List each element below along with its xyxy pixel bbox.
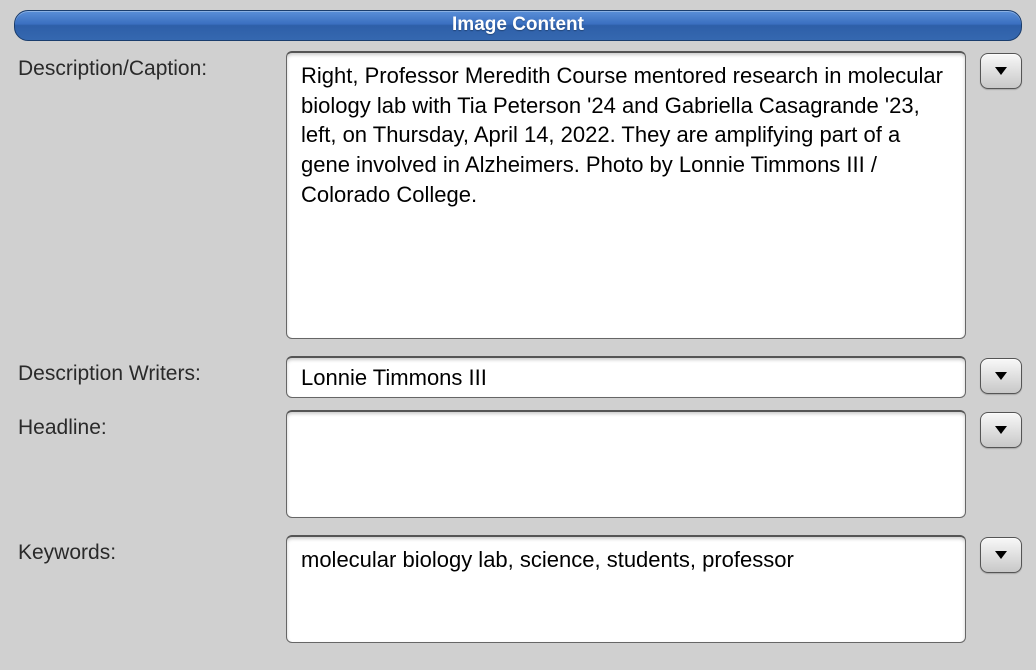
writers-row: Description Writers: <box>14 356 1022 398</box>
chevron-down-icon <box>994 66 1008 76</box>
keywords-input[interactable] <box>286 535 966 643</box>
keywords-row: Keywords: <box>14 535 1022 648</box>
writers-dropdown-button[interactable] <box>980 358 1022 394</box>
description-row: Description/Caption: <box>14 51 1022 344</box>
description-dropdown-button[interactable] <box>980 53 1022 89</box>
keywords-dropdown-button[interactable] <box>980 537 1022 573</box>
chevron-down-icon <box>994 371 1008 381</box>
headline-dropdown-button[interactable] <box>980 412 1022 448</box>
headline-input[interactable] <box>286 410 966 518</box>
writers-label: Description Writers: <box>14 356 286 386</box>
headline-row: Headline: <box>14 410 1022 523</box>
image-content-panel: Image Content Description/Caption: Descr… <box>0 0 1036 670</box>
writers-input[interactable] <box>286 356 966 398</box>
keywords-label: Keywords: <box>14 535 286 565</box>
chevron-down-icon <box>994 550 1008 560</box>
chevron-down-icon <box>994 425 1008 435</box>
section-header: Image Content <box>14 10 1022 41</box>
description-label: Description/Caption: <box>14 51 286 81</box>
headline-label: Headline: <box>14 410 286 440</box>
description-input[interactable] <box>286 51 966 339</box>
